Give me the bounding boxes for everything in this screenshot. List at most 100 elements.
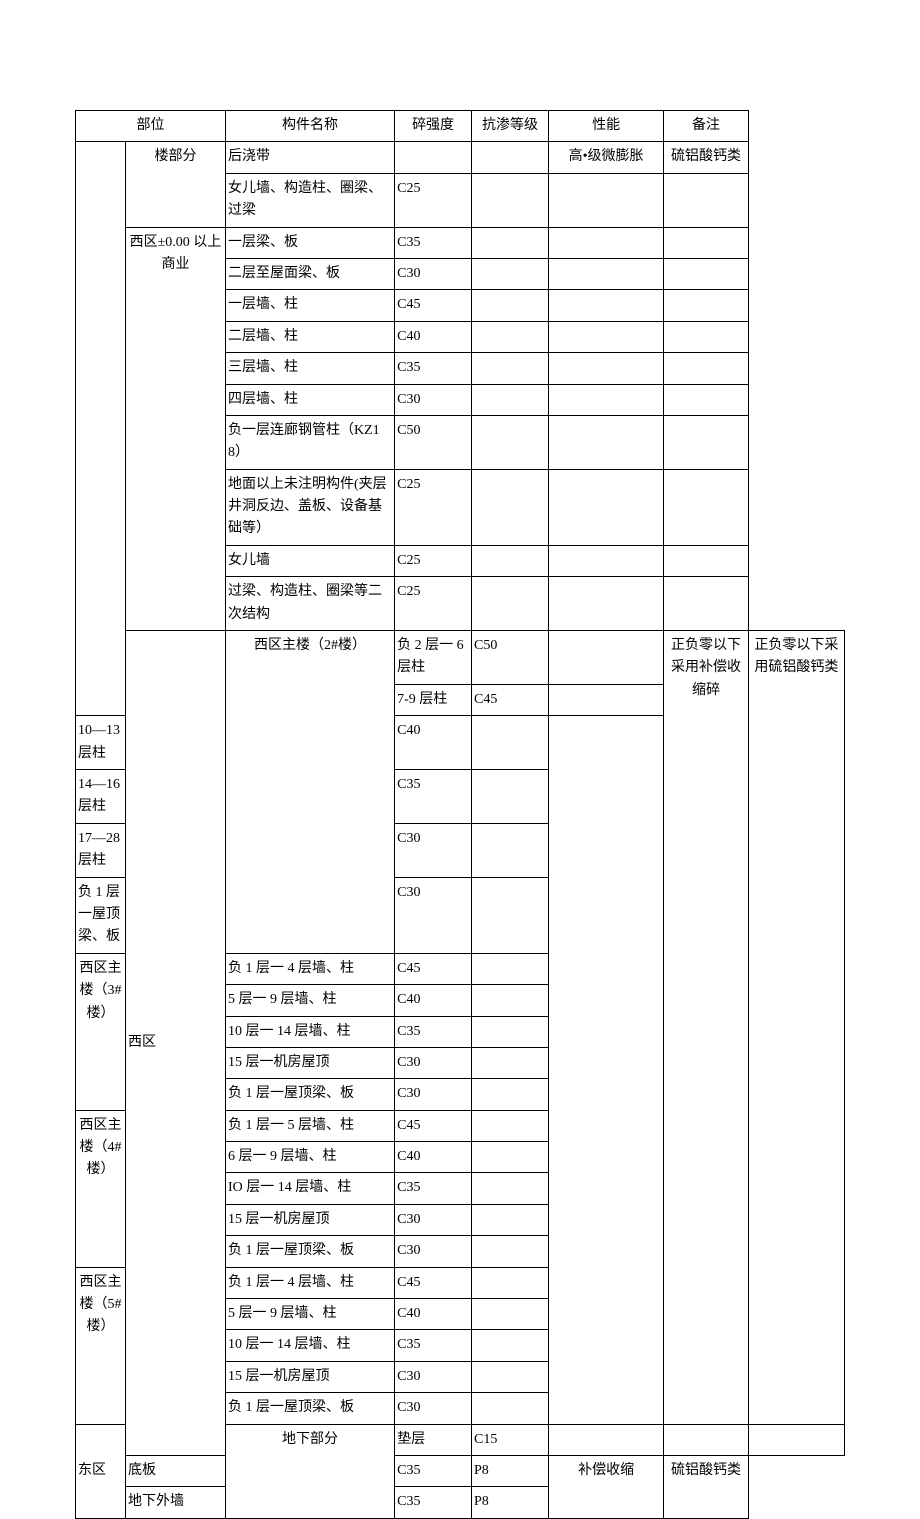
permeability-cell (472, 1047, 549, 1078)
strength-cell: C30 (395, 1393, 472, 1424)
performance-cell (664, 1424, 749, 1455)
section-cell: 西区主楼（5#楼） (76, 1267, 126, 1424)
permeability-cell (472, 142, 549, 173)
component-cell: 负 1 层一屋顶梁、板 (225, 1079, 394, 1110)
strength-cell: C50 (395, 415, 472, 469)
note-cell: 正负零以下采用硫铝酸钙类 (748, 631, 844, 1425)
component-cell: 负 1 层一 4 层墙、柱 (225, 953, 394, 984)
permeability-cell (548, 1424, 663, 1455)
zone-cell: 东区 (76, 1424, 126, 1518)
component-cell: 过梁、构造柱、圈梁等二次结构 (225, 577, 394, 631)
permeability-cell (472, 469, 549, 545)
strength-cell: C30 (395, 823, 472, 877)
component-cell: 负 1 层一 4 层墙、柱 (225, 1267, 394, 1298)
component-cell: 女儿墙 (225, 545, 394, 576)
permeability-cell (472, 290, 549, 321)
component-cell: 10—13 层柱 (76, 716, 126, 770)
strength-cell: C30 (395, 1361, 472, 1392)
strength-cell: C35 (395, 353, 472, 384)
permeability-cell (472, 823, 549, 877)
permeability-cell (472, 577, 549, 631)
header-row: 部位 构件名称 碎强度 抗渗等级 性能 备注 (76, 111, 845, 142)
strength-cell: C30 (395, 1236, 472, 1267)
zone-cell: 西区 (125, 631, 225, 1456)
performance-cell (548, 545, 663, 576)
section-cell: 地下部分 (225, 1424, 394, 1518)
permeability-cell (472, 953, 549, 984)
strength-cell: C30 (395, 1047, 472, 1078)
section-cell: 楼部分 (125, 142, 225, 227)
permeability-cell (472, 258, 549, 289)
component-cell: 底板 (125, 1455, 225, 1486)
header-zone-section: 部位 (76, 111, 226, 142)
table-body: 楼部分后浇带高•级微膨胀硫铝酸钙类女儿墙、构造柱、圈梁、过梁C25西区±0.00… (76, 142, 845, 1518)
header-permeability: 抗渗等级 (472, 111, 549, 142)
strength-cell: C45 (472, 684, 549, 715)
strength-cell: C40 (395, 716, 472, 770)
strength-cell: C35 (395, 1487, 472, 1518)
component-cell: 负一层连廊钢管柱（KZ18） (225, 415, 394, 469)
note-cell (664, 258, 749, 289)
component-cell: 7-9 层柱 (395, 684, 472, 715)
strength-cell: C35 (395, 1016, 472, 1047)
permeability-cell (472, 716, 549, 770)
section-cell: 西区主楼（3#楼） (76, 953, 126, 1110)
note-cell: 硫铝酸钙类 (664, 1455, 749, 1518)
header-note: 备注 (664, 111, 749, 142)
note-cell (664, 290, 749, 321)
component-cell: 垫层 (395, 1424, 472, 1455)
permeability-cell (472, 1204, 549, 1235)
performance-cell (548, 321, 663, 352)
strength-cell: C35 (395, 1173, 472, 1204)
component-cell: 5 层一 9 层墙、柱 (225, 985, 394, 1016)
component-cell: 17—28 层柱 (76, 823, 126, 877)
component-cell: 四层墙、柱 (225, 384, 394, 415)
strength-cell: C40 (395, 1299, 472, 1330)
permeability-cell (472, 1361, 549, 1392)
header-component: 构件名称 (225, 111, 394, 142)
strength-cell: C40 (395, 321, 472, 352)
component-cell: 二层墙、柱 (225, 321, 394, 352)
permeability-cell (472, 384, 549, 415)
table-row: 楼部分后浇带高•级微膨胀硫铝酸钙类 (76, 142, 845, 173)
permeability-cell (472, 769, 549, 823)
table-row: 西区±0.00 以上商业一层梁、板C35 (76, 227, 845, 258)
permeability-cell (472, 545, 549, 576)
component-cell: 6 层一 9 层墙、柱 (225, 1142, 394, 1173)
component-cell: 10 层一 14 层墙、柱 (225, 1016, 394, 1047)
strength-cell: C30 (395, 1204, 472, 1235)
note-cell (748, 1424, 844, 1455)
strength-cell (395, 142, 472, 173)
note-cell (664, 469, 749, 545)
zone-cell (76, 142, 126, 716)
performance-cell (548, 415, 663, 469)
component-cell: 三层墙、柱 (225, 353, 394, 384)
component-cell: 15 层一机房屋顶 (225, 1361, 394, 1392)
header-performance: 性能 (548, 111, 663, 142)
note-cell (664, 227, 749, 258)
permeability-cell (472, 1267, 549, 1298)
table-row: 底板C35P8补偿收缩硫铝酸钙类 (76, 1455, 845, 1486)
permeability-cell (472, 985, 549, 1016)
permeability-cell (472, 321, 549, 352)
permeability-cell (472, 1299, 549, 1330)
component-cell: 负 1 层一屋顶梁、板 (225, 1393, 394, 1424)
strength-cell: C30 (395, 1079, 472, 1110)
strength-cell: C45 (395, 953, 472, 984)
component-cell: 地下外墙 (125, 1487, 225, 1518)
strength-cell: C45 (395, 1267, 472, 1298)
strength-cell: C25 (395, 173, 472, 227)
performance-cell: 补偿收缩 (548, 1455, 663, 1518)
performance-cell (548, 290, 663, 321)
section-cell: 西区±0.00 以上商业 (125, 227, 225, 630)
strength-cell: C35 (395, 227, 472, 258)
permeability-cell (472, 173, 549, 227)
component-cell: 5 层一 9 层墙、柱 (225, 1299, 394, 1330)
strength-cell: C40 (395, 985, 472, 1016)
header-strength: 碎强度 (395, 111, 472, 142)
component-cell: 地面以上未注明构件(夹层井洞反边、盖板、设备基础等） (225, 469, 394, 545)
permeability-cell: P8 (472, 1455, 549, 1486)
permeability-cell (472, 1016, 549, 1047)
note-cell (664, 577, 749, 631)
performance-cell (548, 384, 663, 415)
